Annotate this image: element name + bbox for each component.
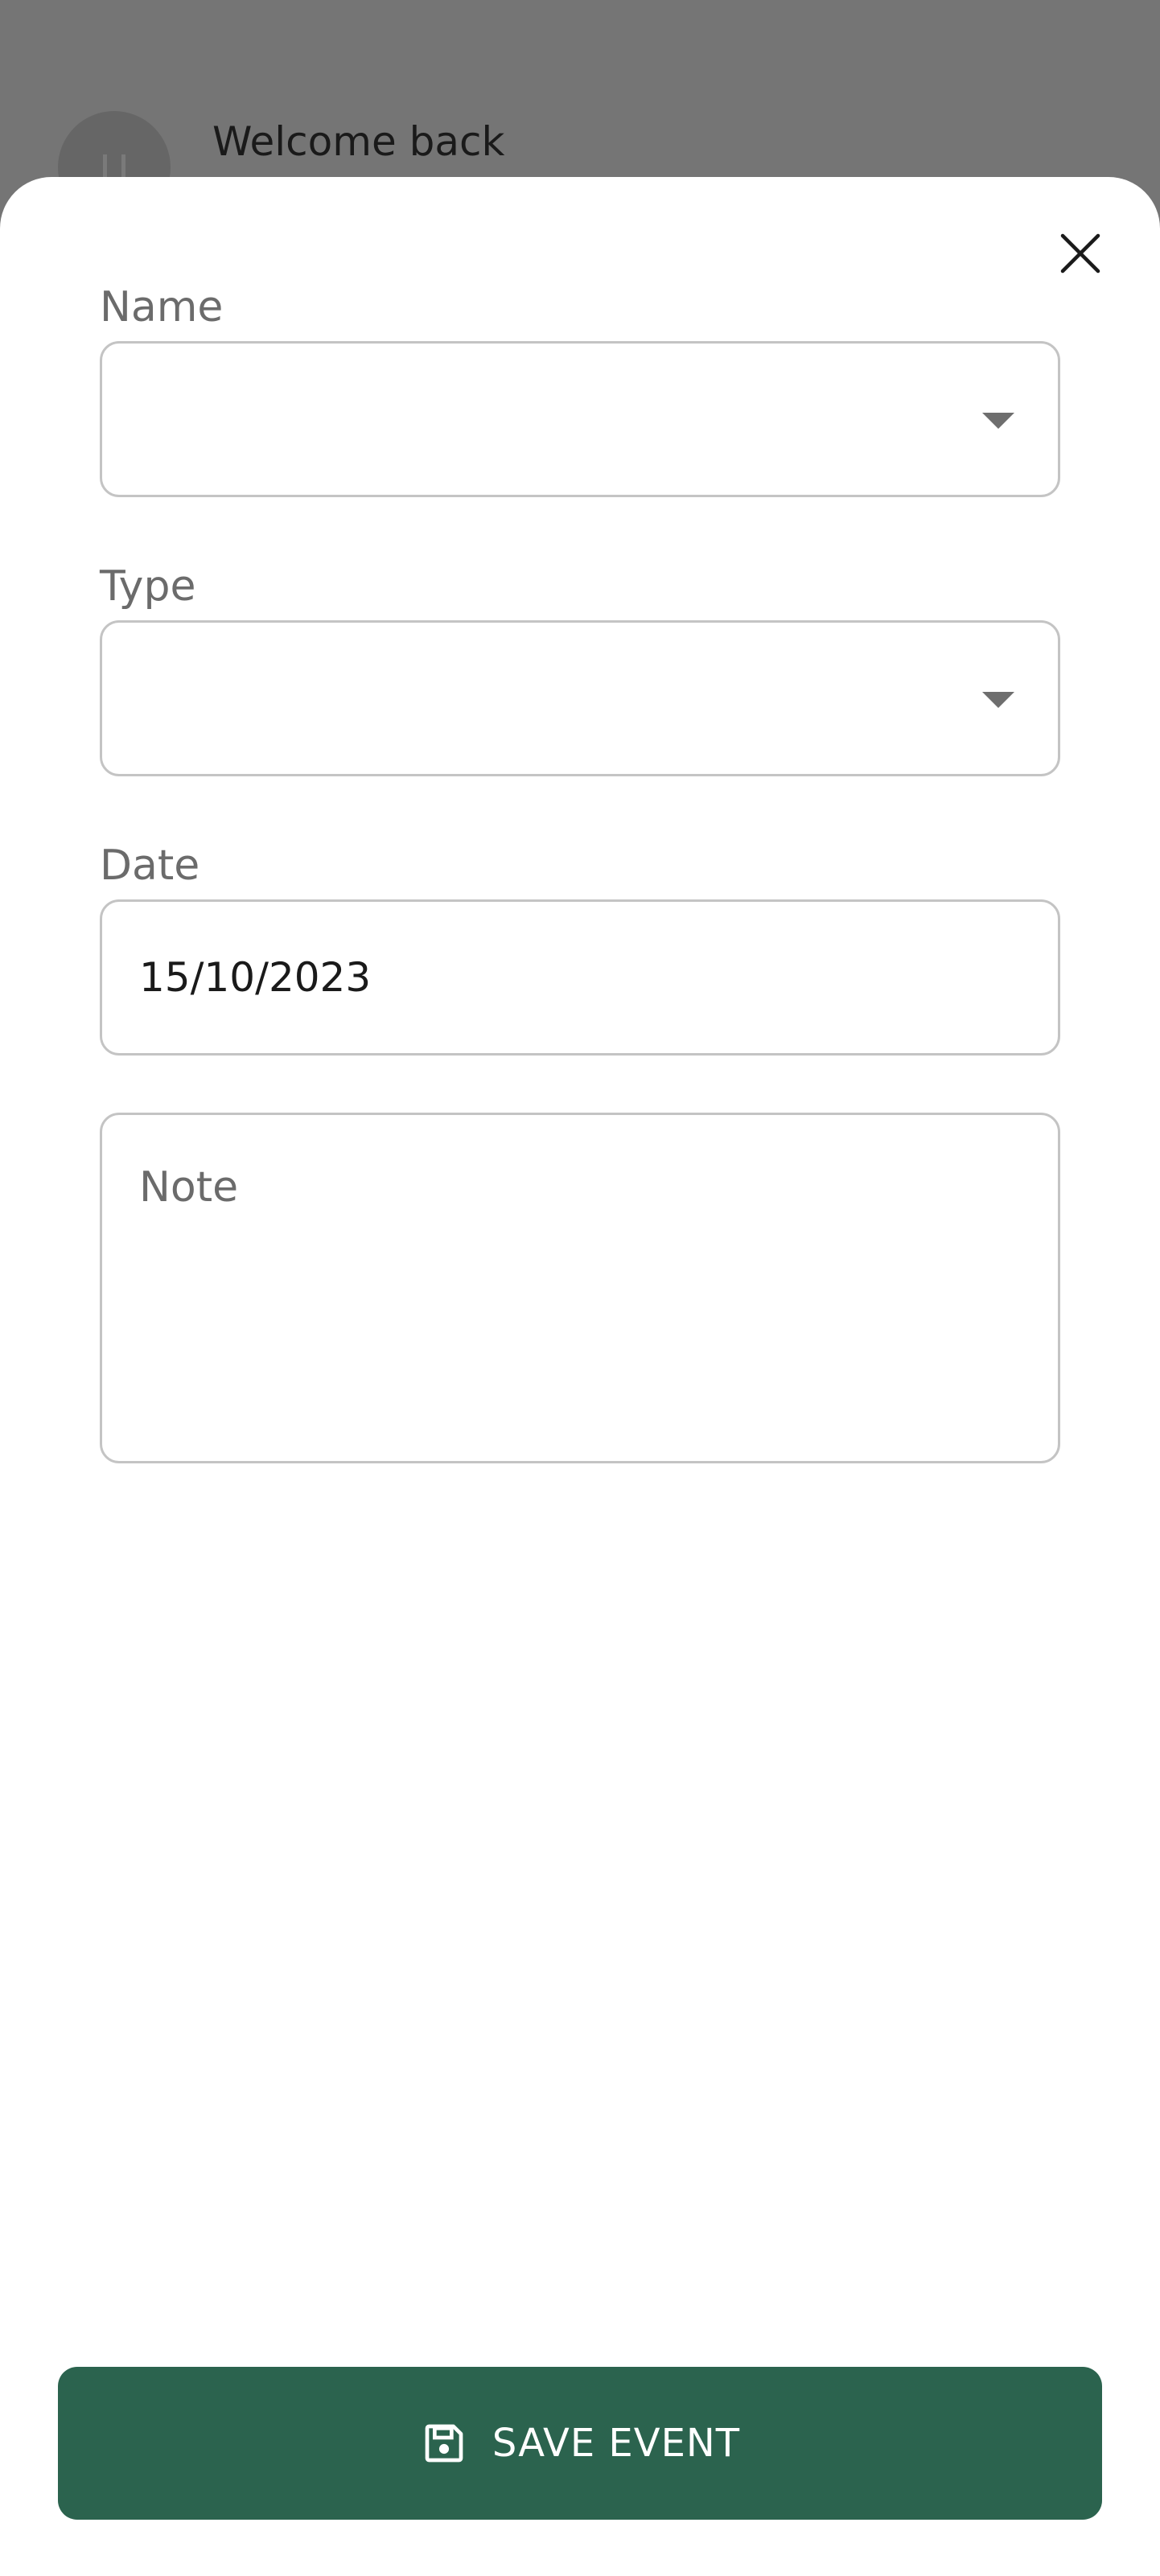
avatar-glyph-icon <box>103 154 125 179</box>
date-input[interactable] <box>102 902 1058 1053</box>
type-select[interactable] <box>100 620 1060 776</box>
name-label: Name <box>100 283 224 331</box>
note-field[interactable] <box>100 1113 1060 1463</box>
name-select[interactable] <box>100 341 1060 497</box>
date-label: Date <box>100 842 200 890</box>
close-icon <box>1060 233 1100 274</box>
caret-down-icon <box>982 413 1014 429</box>
save-event-label: SAVE EVENT <box>492 2421 741 2466</box>
caret-down-icon <box>982 692 1014 708</box>
close-button[interactable] <box>1046 219 1115 288</box>
save-event-button[interactable]: SAVE EVENT <box>58 2367 1102 2520</box>
welcome-text: Welcome back <box>212 118 505 165</box>
date-field[interactable] <box>100 899 1060 1056</box>
floppy-disk-icon <box>420 2419 468 2467</box>
note-input[interactable] <box>102 1115 1058 1461</box>
type-label: Type <box>100 562 196 611</box>
backdrop-header: Welcome back <box>0 0 1160 224</box>
